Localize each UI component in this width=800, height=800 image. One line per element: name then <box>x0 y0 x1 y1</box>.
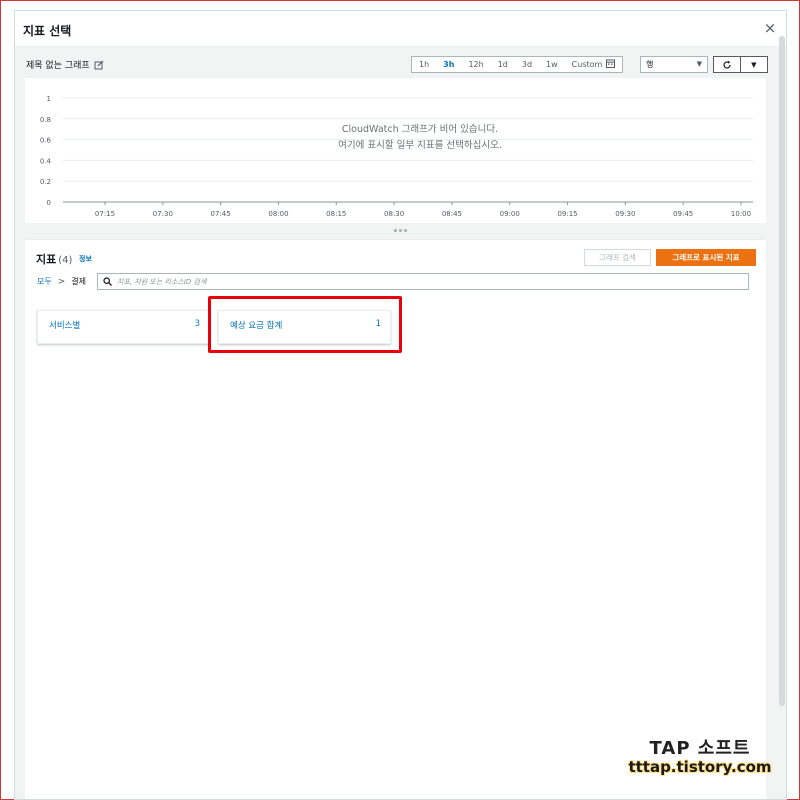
scrollbar[interactable] <box>779 36 785 706</box>
graph-title-text: 제목 없는 그래프 <box>26 61 90 71</box>
empty-graph-message: CloudWatch 그래프가 비어 있습니다. 여기에 표시할 일부 지표를 … <box>285 122 555 154</box>
info-link[interactable]: 정보 <box>79 254 92 264</box>
chart-type-value: 행 <box>646 60 654 69</box>
breadcrumb-all[interactable]: 모두 <box>37 276 52 287</box>
range-3d[interactable]: 3d <box>515 57 539 72</box>
x-tick-label: 07:15 <box>95 210 115 218</box>
y-tick-label: 0.8 <box>40 116 51 124</box>
search-icon <box>103 277 112 286</box>
x-tick-label: 08:45 <box>442 210 462 218</box>
modal-header: 지표 선택 × <box>15 11 786 47</box>
calendar-icon <box>606 59 616 68</box>
x-tick-label: 08:00 <box>268 210 288 218</box>
y-tick-label: 0.4 <box>40 157 52 165</box>
highlight-annotation <box>208 296 402 353</box>
refresh-icon <box>723 60 731 69</box>
breadcrumb-current: 결제 <box>71 277 87 286</box>
resize-handle[interactable] <box>391 229 409 233</box>
graph-search-button[interactable]: 그래프 검색 <box>584 249 651 266</box>
x-tick-label: 09:45 <box>673 210 693 218</box>
metrics-count: (4) <box>58 255 73 266</box>
refresh-control: ▼ <box>713 56 768 73</box>
range-1d[interactable]: 1d <box>491 57 515 72</box>
metrics-heading: 지표 (4) <box>36 251 72 267</box>
refresh-options-dropdown[interactable]: ▼ <box>741 57 767 72</box>
modal-title: 지표 선택 <box>23 24 72 38</box>
empty-message-line1: CloudWatch 그래프가 비어 있습니다. <box>341 124 499 135</box>
x-tick-label: 07:45 <box>211 210 231 218</box>
range-1h[interactable]: 1h <box>412 57 436 72</box>
x-tick-label: 09:00 <box>500 210 520 218</box>
graphed-metrics-button[interactable]: 그래프로 표시된 지표 <box>656 249 756 266</box>
range-3h[interactable]: 3h <box>436 57 461 72</box>
y-tick-label: 1 <box>47 95 51 103</box>
refresh-button[interactable] <box>714 57 741 72</box>
card-label: 서비스별 <box>49 321 81 331</box>
card-count: 3 <box>194 319 200 329</box>
range-custom[interactable]: Custom <box>565 57 623 72</box>
range-12h[interactable]: 12h <box>461 57 490 72</box>
x-tick-label: 07:30 <box>153 210 173 218</box>
y-tick-label: 0.2 <box>40 178 51 186</box>
range-1w[interactable]: 1w <box>539 57 565 72</box>
chart-type-select[interactable]: 행 ▼ <box>640 56 708 73</box>
breadcrumb: 모두 > 결제 <box>37 276 86 287</box>
metric-search-input[interactable] <box>117 277 717 286</box>
graph-panel: 1 0.8 0.6 0.4 0.2 0 07:15 07:30 07:45 08:00 08:15 0… <box>25 78 766 223</box>
x-tick-label: 10:00 <box>731 210 751 218</box>
range-custom-label: Custom <box>571 60 603 69</box>
metrics-heading-text: 지표 <box>36 253 57 266</box>
x-tick-label: 09:30 <box>615 210 635 218</box>
close-icon[interactable]: × <box>762 20 778 36</box>
graph-title[interactable]: 제목 없는 그래프 <box>26 58 104 71</box>
select-metric-modal: 지표 선택 × 제목 없는 그래프 1h 3h 12h 1d 3d 1w Cus… <box>14 10 787 800</box>
chevron-down-icon: ▼ <box>696 60 702 68</box>
namespace-card-by-service[interactable]: 서비스별 3 <box>37 310 210 344</box>
y-tick-label: 0 <box>47 199 51 207</box>
y-tick-label: 0.6 <box>40 137 52 145</box>
empty-message-line2: 여기에 표시할 일부 지표를 선택하십시오. <box>338 140 502 151</box>
x-tick-label: 08:15 <box>326 210 346 218</box>
edit-icon[interactable] <box>94 60 104 70</box>
watermark-logo: TAP 소프트 tttap.tistory.com <box>610 734 790 776</box>
watermark-url: tttap.tistory.com <box>628 758 772 776</box>
caret-down-icon: ▼ <box>751 60 757 69</box>
watermark-title: TAP 소프트 <box>649 738 751 759</box>
x-tick-label: 08:30 <box>384 210 404 218</box>
time-range-selector: 1h 3h 12h 1d 3d 1w Custom <box>411 56 624 73</box>
metric-search-box[interactable] <box>97 273 749 290</box>
x-tick-label: 09:15 <box>557 210 577 218</box>
chevron-right-icon: > <box>57 276 66 287</box>
